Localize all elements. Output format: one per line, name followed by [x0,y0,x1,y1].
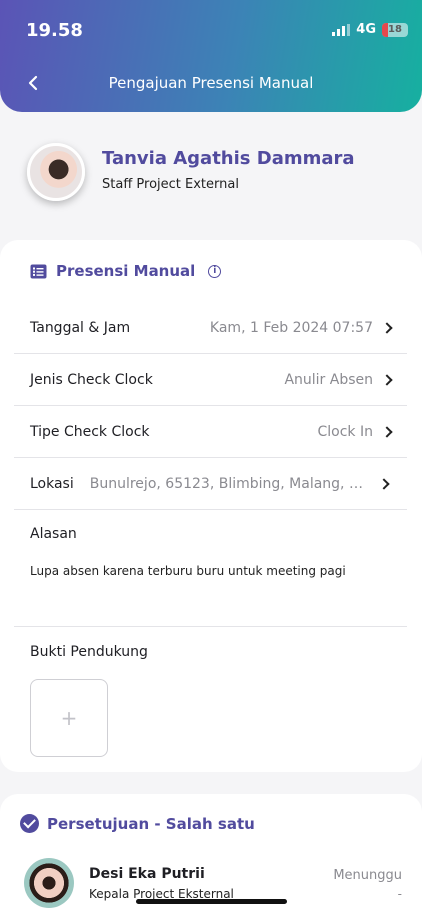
row-tipe-check-clock[interactable]: Tipe Check Clock Clock In [14,406,407,458]
profile-role: Staff Project External [102,177,239,192]
chevron-right-icon [381,373,393,386]
battery-icon: 18 [382,22,408,37]
list-icon [30,264,47,278]
alasan-label: Alasan [30,526,77,542]
status-indicators: 4G 18 [332,22,408,37]
app-header: 19.58 4G 18 Pengajuan Presensi Manual [0,0,422,112]
info-icon[interactable]: i [208,264,222,278]
section-title: Presensi Manual [56,262,196,280]
row-label: Tipe Check Clock [30,423,150,440]
chevron-right-icon [381,321,393,334]
chevron-right-icon [378,477,390,490]
approval-card: Persetujuan - Salah satu Desi Eka Putrii… [0,794,422,914]
row-value: Kam, 1 Feb 2024 07:57 [209,319,373,336]
approver-status: Menunggu [333,868,402,883]
approver-name: Desi Eka Putrii [89,866,205,882]
avatar [27,143,85,201]
battery-level: 18 [388,24,402,35]
signal-icon [332,23,351,36]
section-header: Presensi Manual i [30,262,222,280]
row-value: Clock In [317,423,374,440]
profile-name: Tanvia Agathis Dammara [102,148,355,169]
row-value: Anulir Absen [284,371,373,388]
chevron-right-icon [381,425,393,438]
row-label: Lokasi [30,475,74,492]
status-time: 19.58 [26,20,83,41]
row-lokasi[interactable]: Lokasi Bunulrejo, 65123, Blimbing, Malan… [14,458,407,510]
row-jenis-check-clock[interactable]: Jenis Check Clock Anulir Absen [14,354,407,406]
row-label: Tanggal & Jam [30,319,131,336]
approver-sub: - [397,887,402,901]
upload-button[interactable]: + [30,679,108,757]
profile-section: Tanvia Agathis Dammara Staff Project Ext… [0,112,422,240]
row-tanggal-jam[interactable]: Tanggal & Jam Kam, 1 Feb 2024 07:57 [14,302,407,354]
check-circle-icon [20,814,39,833]
plus-icon: + [60,706,78,730]
approver-avatar [24,858,74,908]
page-title: Pengajuan Presensi Manual [108,74,314,92]
row-label: Jenis Check Clock [30,371,153,388]
row-value: Bunulrejo, 65123, Blimbing, Malang, East… [89,475,370,492]
approval-header: Persetujuan - Salah satu [20,814,255,833]
approval-title: Persetujuan - Salah satu [47,814,255,833]
bukti-label: Bukti Pendukung [30,644,148,660]
presensi-card: Presensi Manual i Tanggal & Jam Kam, 1 F… [0,240,422,772]
alasan-text: Lupa absen karena terburu buru untuk mee… [30,564,346,578]
home-indicator[interactable] [136,899,287,904]
network-label: 4G [356,22,376,37]
divider [14,626,407,627]
